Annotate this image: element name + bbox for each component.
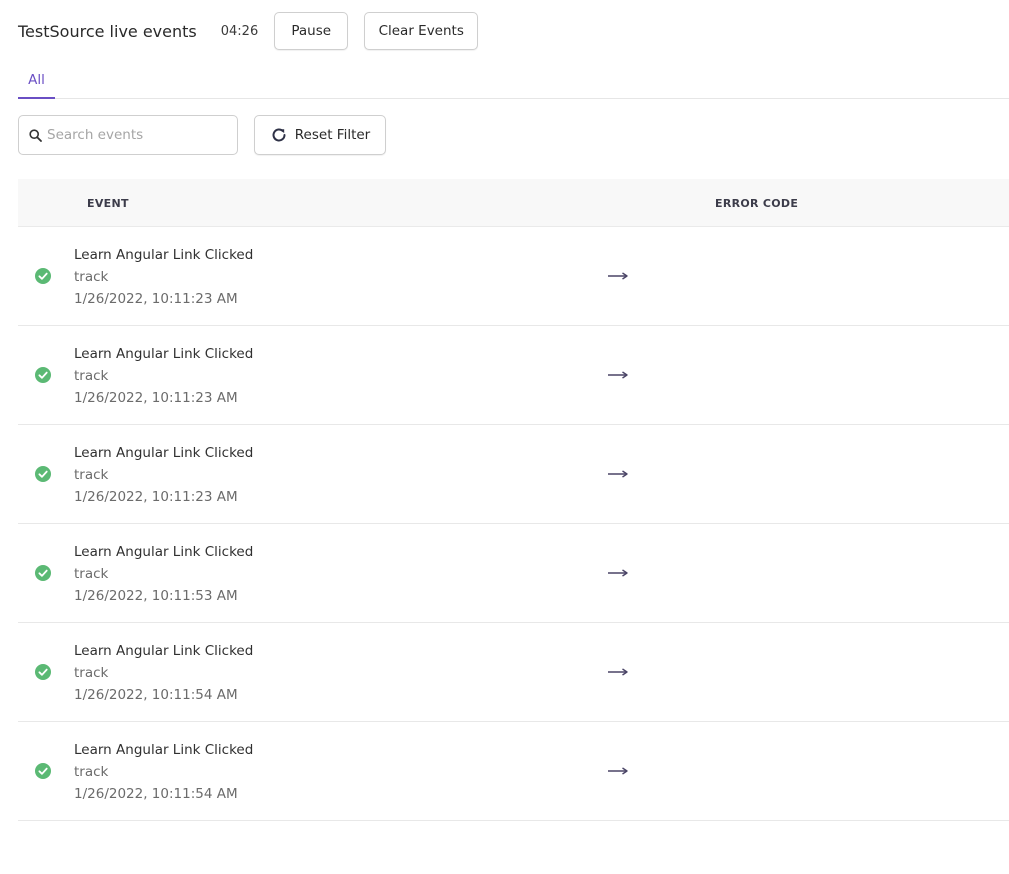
check-circle-icon [35, 664, 51, 680]
check-circle-icon [35, 565, 51, 581]
page-title: TestSource live events [18, 21, 197, 41]
search-box[interactable] [18, 115, 238, 155]
search-input[interactable] [47, 127, 227, 143]
refresh-icon [272, 128, 286, 142]
event-type: track [74, 764, 109, 780]
event-details: Learn Angular Link Clicked track 1/26/20… [74, 343, 253, 409]
arrow-right-icon[interactable] [608, 666, 628, 678]
event-timestamp: 1/26/2022, 10:11:53 AM [74, 588, 238, 604]
table-row[interactable]: Learn Angular Link Clicked track 1/26/20… [18, 227, 1009, 326]
session-timer: 04:26 [220, 23, 259, 39]
event-timestamp: 1/26/2022, 10:11:54 AM [74, 786, 238, 802]
event-type: track [74, 269, 109, 285]
event-details: Learn Angular Link Clicked track 1/26/20… [74, 640, 253, 706]
event-name: Learn Angular Link Clicked [74, 643, 254, 659]
event-name: Learn Angular Link Clicked [74, 346, 254, 362]
event-type: track [74, 368, 109, 384]
event-details: Learn Angular Link Clicked track 1/26/20… [74, 442, 253, 508]
event-type: track [74, 566, 109, 582]
event-name: Learn Angular Link Clicked [74, 742, 254, 758]
event-timestamp: 1/26/2022, 10:11:23 AM [74, 489, 238, 505]
arrow-right-icon[interactable] [608, 567, 628, 579]
tab-all[interactable]: All [18, 62, 55, 99]
event-type: track [74, 467, 109, 483]
event-details: Learn Angular Link Clicked track 1/26/20… [74, 739, 253, 805]
check-circle-icon [35, 367, 51, 383]
arrow-right-icon[interactable] [608, 468, 628, 480]
reset-filter-button[interactable]: Reset Filter [254, 115, 386, 155]
header: TestSource live events 04:26 Pause Clear… [18, 12, 479, 50]
check-circle-icon [35, 763, 51, 779]
table-row[interactable]: Learn Angular Link Clicked track 1/26/20… [18, 425, 1009, 524]
clear-events-button[interactable]: Clear Events [364, 12, 479, 50]
event-details: Learn Angular Link Clicked track 1/26/20… [74, 244, 253, 310]
table-row[interactable]: Learn Angular Link Clicked track 1/26/20… [18, 326, 1009, 425]
event-details: Learn Angular Link Clicked track 1/26/20… [74, 541, 253, 607]
filter-toolbar: Reset Filter [18, 115, 386, 155]
table-row[interactable]: Learn Angular Link Clicked track 1/26/20… [18, 524, 1009, 623]
event-timestamp: 1/26/2022, 10:11:23 AM [74, 291, 238, 307]
table-row[interactable]: Learn Angular Link Clicked track 1/26/20… [18, 722, 1009, 821]
table-header: EVENT ERROR CODE [18, 179, 1009, 227]
arrow-right-icon[interactable] [608, 270, 628, 282]
event-timestamp: 1/26/2022, 10:11:23 AM [74, 390, 238, 406]
arrow-right-icon[interactable] [608, 369, 628, 381]
event-timestamp: 1/26/2022, 10:11:54 AM [74, 687, 238, 703]
tab-bar: All [18, 62, 1009, 99]
check-circle-icon [35, 466, 51, 482]
event-type: track [74, 665, 109, 681]
check-circle-icon [35, 268, 51, 284]
search-icon [29, 128, 42, 142]
column-header-error-code: ERROR CODE [715, 196, 799, 210]
reset-filter-label: Reset Filter [294, 127, 371, 143]
arrow-right-icon[interactable] [608, 765, 628, 777]
table-row[interactable]: Learn Angular Link Clicked track 1/26/20… [18, 623, 1009, 722]
event-name: Learn Angular Link Clicked [74, 445, 254, 461]
pause-button[interactable]: Pause [274, 12, 349, 50]
event-name: Learn Angular Link Clicked [74, 247, 254, 263]
event-name: Learn Angular Link Clicked [74, 544, 254, 560]
column-header-event: EVENT [87, 196, 129, 210]
table-body: Learn Angular Link Clicked track 1/26/20… [18, 227, 1009, 821]
events-table: EVENT ERROR CODE Learn Angular Link Clic… [18, 179, 1009, 821]
